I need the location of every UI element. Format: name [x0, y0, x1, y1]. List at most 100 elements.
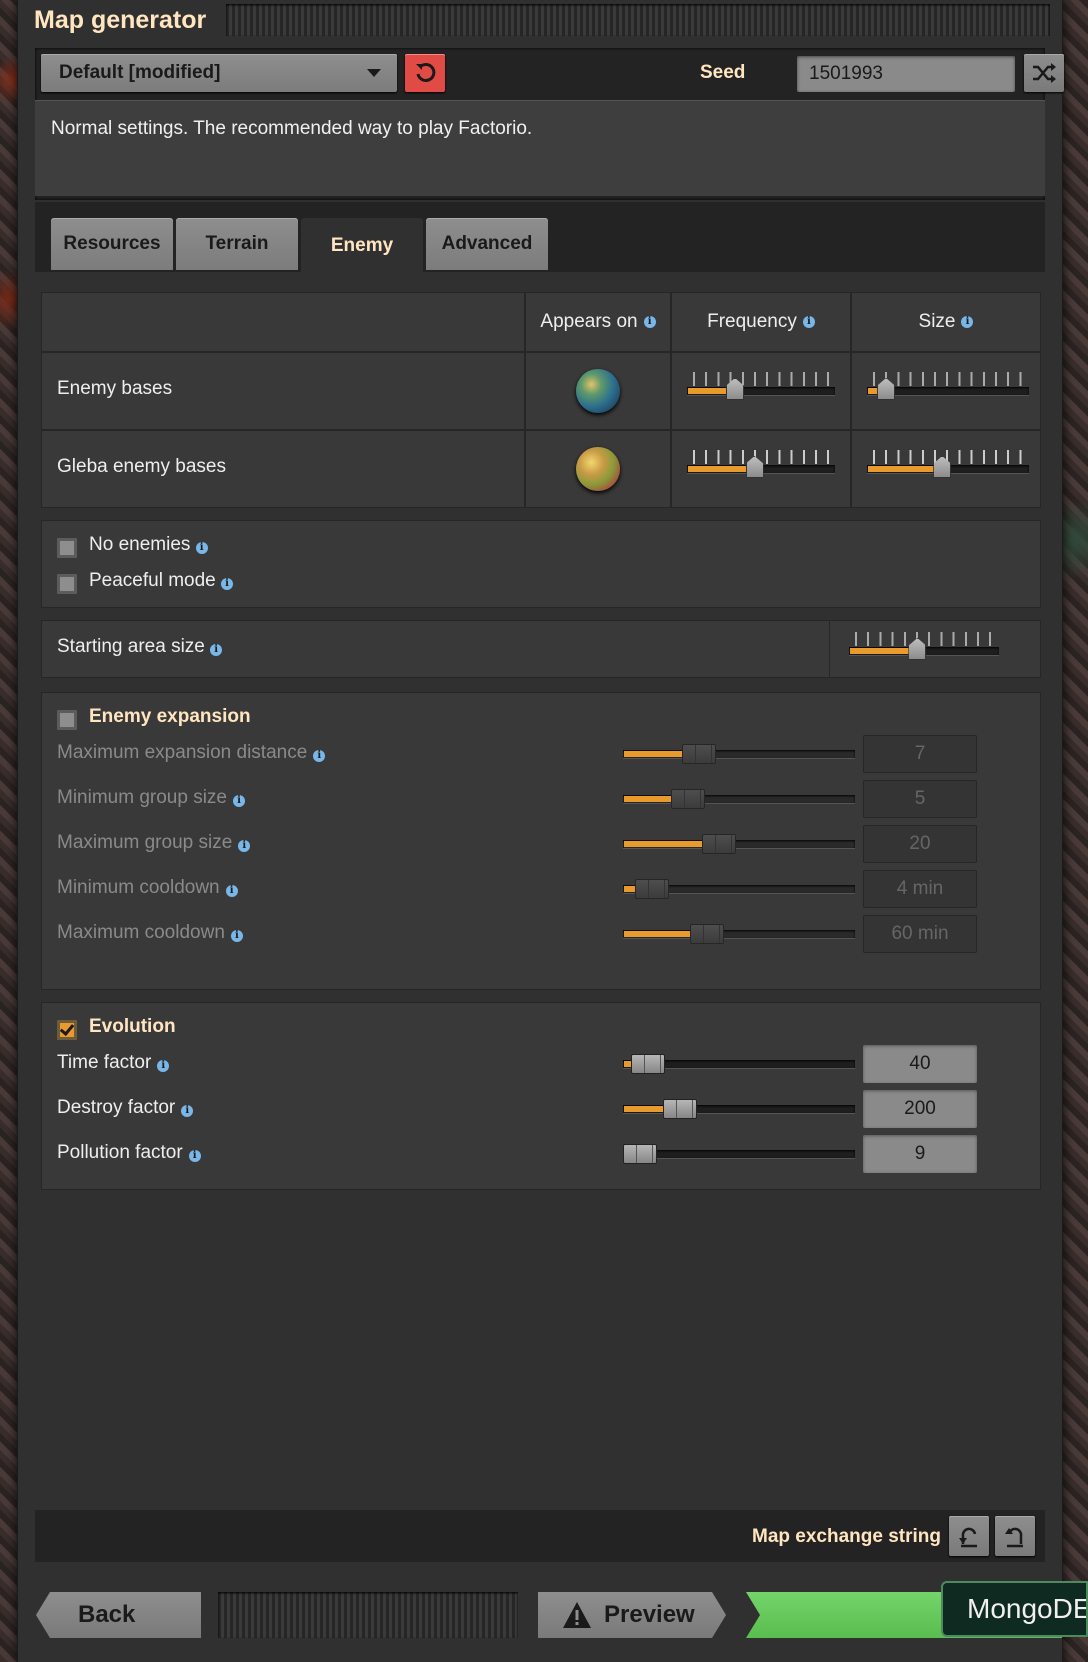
info-icon[interactable]: i	[195, 542, 208, 554]
size-slider[interactable]	[867, 448, 1029, 482]
setting-label: Time factor i	[57, 1052, 170, 1074]
reset-icon	[416, 62, 436, 82]
slider-handle	[670, 789, 705, 809]
info-icon[interactable]: i	[233, 795, 245, 807]
slider-ticks	[873, 372, 1023, 386]
randomize-seed-button[interactable]	[1024, 54, 1064, 92]
size-cell	[851, 430, 1041, 508]
info-icon[interactable]: i	[643, 316, 656, 328]
no-enemies-checkbox[interactable]	[57, 538, 77, 558]
info-icon[interactable]: i	[157, 1060, 170, 1072]
table-row: Enemy bases	[41, 352, 525, 430]
peaceful-mode-checkbox[interactable]	[57, 574, 77, 594]
frequency-slider[interactable]	[687, 370, 835, 404]
setting-value-field[interactable]: 40	[863, 1045, 977, 1083]
setting-value-field: 60 min	[863, 915, 977, 953]
export-exchange-string-button[interactable]	[995, 1516, 1035, 1556]
tab-advanced[interactable]: Advanced	[426, 218, 548, 270]
setting-label: Destroy factor i	[57, 1097, 194, 1119]
slider-handle	[690, 924, 725, 944]
header-size: Size i	[851, 292, 1041, 352]
import-icon	[959, 1527, 977, 1548]
setting-label-text: Pollution factor	[57, 1142, 183, 1163]
slider-handle[interactable]	[630, 1054, 665, 1074]
chevron-down-icon	[367, 69, 381, 77]
peaceful-mode-label-text: Peaceful mode	[89, 570, 216, 591]
frequency-slider[interactable]	[687, 448, 835, 482]
tab-resources[interactable]: Resources	[51, 218, 173, 270]
setting-slider[interactable]	[623, 1099, 855, 1119]
starting-area-label-text: Starting area size	[57, 636, 205, 657]
settings-tabs: Resources Terrain Enemy Advanced	[35, 202, 1045, 274]
preset-dropdown[interactable]: Default [modified]	[41, 54, 397, 92]
size-slider[interactable]	[867, 370, 1029, 404]
starting-area-label: Starting area size i	[57, 636, 223, 658]
enemy-options-panel: No enemies i Peaceful mode i	[41, 520, 1041, 608]
back-button[interactable]: Back	[36, 1592, 201, 1638]
preview-button[interactable]: Preview	[538, 1592, 726, 1638]
setting-label-text: Time factor	[57, 1052, 152, 1073]
slider-fill	[850, 648, 919, 654]
info-icon[interactable]: i	[188, 1150, 201, 1162]
enemy-settings-content: Appears on i Frequency i Size i Enemy ba…	[35, 272, 1045, 1508]
info-icon[interactable]: i	[961, 316, 974, 328]
setting-value-field[interactable]: 200	[863, 1090, 977, 1128]
setting-label-text: Minimum cooldown	[57, 877, 220, 898]
setting-label: Maximum expansion distance i	[57, 742, 326, 764]
evolution-title: Evolution	[89, 1016, 176, 1037]
info-icon[interactable]: i	[181, 1105, 194, 1117]
seed-label: Seed	[700, 62, 746, 83]
enemy-expansion-panel: Enemy expansion Maximum expansion distan…	[41, 692, 1041, 990]
setting-value-field: 5	[863, 780, 977, 818]
window-title: Map generator	[34, 5, 207, 34]
setting-slider[interactable]	[623, 1144, 855, 1164]
no-enemies-label-text: No enemies	[89, 534, 191, 555]
setting-slider	[623, 789, 855, 809]
setting-value-field[interactable]: 9	[863, 1135, 977, 1173]
setting-value-field: 4 min	[863, 870, 977, 908]
peaceful-mode-label: Peaceful mode i	[89, 570, 234, 592]
setting-value-field: 7	[863, 735, 977, 773]
setting-slider	[623, 879, 855, 899]
info-icon[interactable]: i	[802, 316, 815, 328]
enemy-expansion-title: Enemy expansion	[89, 706, 251, 727]
footer-bar: Back Preview	[18, 1580, 1062, 1662]
starting-area-slider-cell	[829, 620, 1041, 678]
setting-slider	[623, 924, 855, 944]
row-label-gleba-enemy-bases: Gleba enemy bases	[57, 456, 226, 477]
setting-label-text: Minimum group size	[57, 787, 227, 808]
import-exchange-string-button[interactable]	[949, 1516, 989, 1556]
info-icon[interactable]: i	[225, 885, 238, 897]
evolution-checkbox[interactable]	[57, 1020, 77, 1040]
info-icon[interactable]: i	[210, 644, 223, 656]
export-icon	[1005, 1527, 1023, 1548]
overlay-badge: MongoDE	[941, 1581, 1088, 1637]
header-frequency-label: Frequency	[707, 311, 797, 332]
shuffle-icon	[1033, 63, 1056, 83]
drag-handle[interactable]	[226, 4, 1050, 36]
tab-enemy[interactable]: Enemy	[301, 218, 423, 274]
header-appears-on: Appears on i	[525, 292, 671, 352]
preset-description: Normal settings. The recommended way to …	[35, 100, 1045, 196]
tab-terrain[interactable]: Terrain	[176, 218, 298, 270]
setting-label: Maximum group size i	[57, 832, 251, 854]
starting-area-slider[interactable]	[849, 630, 999, 664]
seed-input[interactable]: 1501993	[797, 56, 1015, 92]
back-button-label: Back	[78, 1601, 136, 1628]
slider-handle	[634, 879, 669, 899]
slider-handle[interactable]	[623, 1144, 657, 1164]
setting-label-text: Maximum expansion distance	[57, 742, 308, 763]
enemy-expansion-checkbox[interactable]	[57, 710, 77, 730]
appears-on-cell	[525, 430, 671, 508]
row-label-enemy-bases: Enemy bases	[57, 378, 173, 399]
info-icon[interactable]: i	[238, 840, 251, 852]
setting-slider[interactable]	[623, 1054, 855, 1074]
info-icon[interactable]: i	[230, 930, 243, 942]
setting-label: Minimum cooldown i	[57, 877, 238, 899]
info-icon[interactable]: i	[313, 750, 326, 762]
info-icon[interactable]: i	[221, 578, 234, 590]
header-frequency: Frequency i	[671, 292, 851, 352]
slider-handle[interactable]	[662, 1099, 697, 1119]
reset-preset-button[interactable]	[405, 54, 445, 92]
slider-handle	[702, 834, 737, 854]
